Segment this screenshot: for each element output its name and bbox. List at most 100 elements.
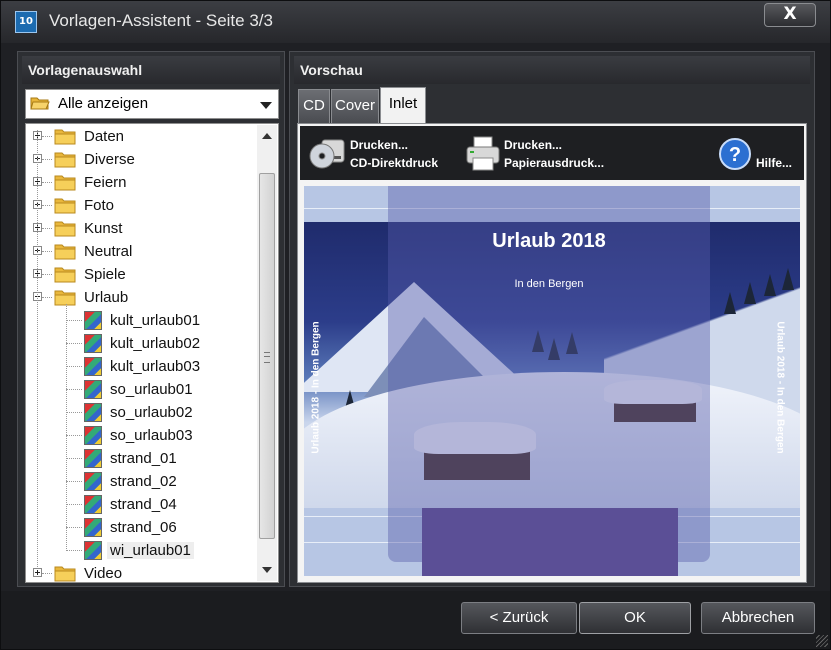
scroll-up-icon[interactable] [262, 133, 272, 139]
expand-icon[interactable] [33, 568, 42, 577]
tree-connector [66, 504, 82, 505]
tree-item-label: kult_urlaub02 [110, 335, 201, 352]
title-bar[interactable]: 10 Vorlagen-Assistent - Seite 3/3 X [1, 1, 830, 43]
tree-connector [66, 458, 82, 459]
tree-template-item[interactable]: so_urlaub01 [26, 378, 256, 401]
template-icon [84, 311, 102, 330]
tree-item-label: Video [84, 565, 123, 582]
tree-item-label: Spiele [84, 266, 126, 283]
tree-template-item[interactable]: kult_urlaub01 [26, 309, 256, 332]
tree-item-label: Foto [84, 197, 115, 214]
tree-connector [66, 550, 82, 551]
tree-connector [66, 366, 82, 367]
folder-icon [54, 152, 76, 168]
preview-area: Drucken... CD-Direktdruck Drucken... Pap… [297, 123, 807, 583]
folder-icon [54, 267, 76, 283]
template-icon [84, 472, 102, 491]
folder-icon [54, 244, 76, 260]
tree-shape [764, 274, 776, 296]
print-paper-button[interactable]: Drucken... Papierausdruck... [462, 132, 622, 176]
tree-folder[interactable]: Kunst [26, 217, 256, 240]
tree-item-label: so_urlaub02 [110, 404, 193, 421]
tree-template-item[interactable]: so_urlaub02 [26, 401, 256, 424]
spine-text-right: Urlaub 2018 - In den Bergen [774, 321, 786, 454]
preview-toolbar: Drucken... CD-Direktdruck Drucken... Pap… [300, 126, 804, 180]
inlet-title: Urlaub 2018 [492, 230, 606, 252]
tree-item-label: Daten [84, 128, 125, 145]
tree-folder[interactable]: Neutral [26, 240, 256, 263]
template-tree[interactable]: Daten Diverse Feiern Foto Kunst Neutral Spiele… [25, 123, 279, 583]
tree-connector [66, 304, 67, 551]
cd-printer-icon [309, 139, 345, 169]
tab-inlet[interactable]: Inlet [380, 87, 426, 123]
print-cd-button[interactable]: Drucken... CD-Direktdruck [308, 132, 458, 176]
tree-template-item[interactable]: strand_06 [26, 516, 256, 539]
grip-icon [264, 352, 270, 363]
tree-item-label: Diverse [84, 151, 135, 168]
tree-connector [66, 343, 82, 344]
tree-folder[interactable]: Foto [26, 194, 256, 217]
app-icon: 10 [15, 11, 37, 33]
tree-connector [37, 130, 38, 567]
template-icon [84, 518, 102, 537]
window-title: Vorlagen-Assistent - Seite 3/3 [49, 11, 273, 30]
template-icon [84, 426, 102, 445]
printer-icon [466, 136, 500, 171]
filter-dropdown-value: Alle anzeigen [58, 95, 149, 112]
tree-connector [42, 228, 52, 229]
template-icon [84, 403, 102, 422]
tree-folder[interactable]: Daten [26, 125, 256, 148]
scroll-thumb[interactable] [259, 173, 275, 539]
tree-folder[interactable]: Urlaub [26, 286, 256, 309]
chevron-down-icon[interactable] [260, 102, 272, 109]
tree-template-item[interactable]: strand_02 [26, 470, 256, 493]
scroll-down-icon[interactable] [262, 567, 272, 573]
template-icon [84, 495, 102, 514]
tree-item-label: Neutral [84, 243, 133, 260]
tree-connector [66, 389, 82, 390]
print-paper-line1: Drucken... [504, 138, 563, 152]
tree-folder[interactable]: Spiele [26, 263, 256, 286]
tree-connector [42, 205, 52, 206]
folder-icon [54, 221, 76, 237]
tab-cover[interactable]: Cover [331, 89, 379, 123]
purple-block [422, 508, 678, 576]
template-selection-header: Vorlagenauswahl [22, 56, 280, 84]
folder-icon [54, 129, 76, 145]
help-label: Hilfe... [756, 156, 793, 170]
tree-shape [744, 282, 756, 304]
tree-folder[interactable]: Diverse [26, 148, 256, 171]
template-icon [84, 380, 102, 399]
tree-folder[interactable]: Feiern [26, 171, 256, 194]
back-button[interactable]: < Zurück [461, 602, 577, 634]
template-icon [84, 541, 102, 560]
tree-template-item[interactable]: strand_04 [26, 493, 256, 516]
print-cd-line2: CD-Direktdruck [350, 156, 439, 170]
filter-dropdown[interactable]: Alle anzeigen [25, 89, 279, 119]
tree-connector [42, 297, 52, 298]
tree-scrollbar[interactable] [257, 125, 277, 581]
tree-item-label: strand_06 [110, 519, 177, 536]
wizard-window: 10 Vorlagen-Assistent - Seite 3/3 X Vorl… [0, 0, 831, 650]
folder-icon [54, 566, 76, 582]
tree-folder[interactable]: Video [26, 562, 256, 582]
close-button[interactable]: X [764, 3, 816, 27]
tree-template-item[interactable]: strand_01 [26, 447, 256, 470]
tree-template-item[interactable]: kult_urlaub03 [26, 355, 256, 378]
tree-item-label: strand_01 [110, 450, 177, 467]
tree-template-item[interactable]: wi_urlaub01 [26, 539, 256, 562]
template-icon [84, 449, 102, 468]
folder-open-icon [30, 97, 50, 110]
resize-grip-icon[interactable] [816, 635, 828, 647]
tab-cd[interactable]: CD [298, 89, 330, 123]
tree-template-item[interactable]: kult_urlaub02 [26, 332, 256, 355]
help-button[interactable]: ? Hilfe... [718, 132, 802, 176]
tree-item-label: strand_02 [110, 473, 177, 490]
ok-button[interactable]: OK [579, 602, 691, 634]
tree-template-item[interactable]: so_urlaub03 [26, 424, 256, 447]
print-cd-line1: Drucken... [350, 138, 409, 152]
tree-connector [42, 251, 52, 252]
tree-item-label: kult_urlaub03 [110, 358, 201, 375]
cancel-button[interactable]: Abbrechen [701, 602, 815, 634]
tree-item-label: so_urlaub01 [110, 381, 193, 398]
